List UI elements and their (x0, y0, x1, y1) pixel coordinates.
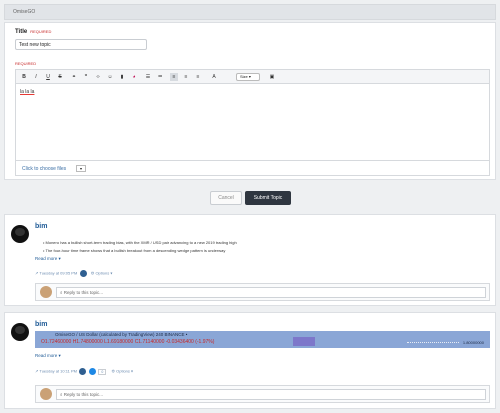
post-date[interactable]: Tuesday at 10:11 PM (39, 369, 77, 374)
bold-button[interactable]: B (20, 73, 28, 81)
chart-ohlc: O1.72460000 H1.74800000 L1.69180000 C1.7… (41, 339, 215, 345)
submit-topic-button[interactable]: Submit Topic (245, 191, 291, 205)
font-size-icon[interactable]: A (210, 73, 218, 81)
options-menu[interactable]: ⚙ Options ▾ (91, 271, 113, 276)
emoji-icon[interactable]: ☺ (106, 73, 114, 81)
post-meta: ↗ Tuesday at 09:05 PM ⚙ Options ▾ (35, 270, 112, 277)
italic-button[interactable]: I (32, 73, 40, 81)
editor-toolbar: B I U S ⚭ ❞ ‹› ☺ ▮ ◕ ☰ ≔ ≡ ≡ ≡ A Size ▾ … (16, 70, 489, 84)
save-icon[interactable]: ▣ (268, 73, 276, 81)
username[interactable]: bim (35, 321, 47, 328)
like-icon[interactable] (89, 368, 97, 375)
reply-box: ⌕ Reply to this topic... (35, 385, 490, 403)
align-center-icon[interactable]: ≡ (182, 73, 190, 81)
post: bim OmiseGO / US Dollar (calculated by T… (4, 312, 496, 409)
quote-icon[interactable]: ❞ (82, 73, 90, 81)
chart-candles (293, 337, 315, 346)
title-label: Title REQUIRED (15, 29, 52, 35)
list-item: • The four-hour time frame shows that a … (43, 248, 226, 253)
username[interactable]: bim (35, 223, 47, 230)
avatar[interactable] (11, 323, 29, 341)
image-icon[interactable]: ▮ (118, 73, 126, 81)
new-topic-form: Title REQUIRED Test new topic REQUIRED B … (4, 22, 496, 180)
cancel-button[interactable]: Cancel (210, 191, 242, 205)
title-input[interactable]: Test new topic (15, 39, 147, 50)
chart-title: OmiseGO / US Dollar (calculated by Tradi… (55, 332, 188, 337)
avatar (40, 286, 52, 298)
read-more-link[interactable]: Read more ▾ (35, 353, 61, 359)
numbered-list-icon[interactable]: ≔ (156, 73, 164, 81)
options-menu[interactable]: ⚙ Options ▾ (111, 369, 133, 374)
rich-text-editor: B I U S ⚭ ❞ ‹› ☺ ▮ ◕ ☰ ≔ ≡ ≡ ≡ A Size ▾ … (15, 69, 490, 176)
reply-box: ⌕ Reply to this topic... (35, 283, 490, 301)
top-bar-label: OmiseGO (13, 9, 36, 15)
bulleted-list-icon[interactable]: ☰ (144, 73, 152, 81)
chart-image: OmiseGO / US Dollar (calculated by Tradi… (35, 331, 490, 348)
underline-button[interactable]: U (44, 73, 52, 81)
reply-input[interactable]: ⌕ Reply to this topic... (56, 389, 486, 400)
editor-content[interactable]: la la la (20, 89, 34, 95)
align-left-icon[interactable]: ≡ (170, 73, 178, 81)
avatar[interactable] (11, 225, 29, 243)
code-icon[interactable]: ‹› (94, 73, 102, 81)
chart-price-line (407, 342, 459, 343)
reaction-icon[interactable] (79, 270, 87, 277)
size-dropdown[interactable]: Size ▾ (236, 73, 260, 81)
avatar (40, 388, 52, 400)
file-upload-row: Click to choose files ▾ (16, 160, 489, 175)
post: bim • Monero has a bullish short-term tr… (4, 214, 496, 306)
top-bar: OmiseGO (4, 4, 496, 20)
share-icon[interactable]: ↗ (35, 271, 38, 276)
chart-axis-label: 1.80000000 (462, 340, 484, 345)
post-meta: ↗ Tuesday at 10:11 PM 0 ⚙ Options ▾ (35, 368, 133, 375)
strike-button[interactable]: S (56, 73, 64, 81)
choose-files-link[interactable]: Click to choose files (22, 166, 66, 172)
post-date[interactable]: Tuesday at 09:05 PM (39, 271, 77, 276)
link-icon[interactable]: ⚭ (70, 73, 78, 81)
reply-input[interactable]: ⌕ Reply to this topic... (56, 287, 486, 298)
content-required-badge: REQUIRED (15, 61, 37, 66)
list-item: • Monero has a bullish short-term tradin… (43, 240, 237, 245)
align-right-icon[interactable]: ≡ (194, 73, 202, 81)
share-icon[interactable]: ↗ (35, 369, 38, 374)
choose-files-dropdown[interactable]: ▾ (76, 165, 86, 172)
color-icon[interactable]: ◕ (130, 73, 138, 81)
required-badge: REQUIRED (30, 29, 52, 34)
reaction-icon[interactable] (79, 368, 87, 375)
reaction-count: 0 (98, 368, 107, 375)
read-more-link[interactable]: Read more ▾ (35, 256, 61, 262)
